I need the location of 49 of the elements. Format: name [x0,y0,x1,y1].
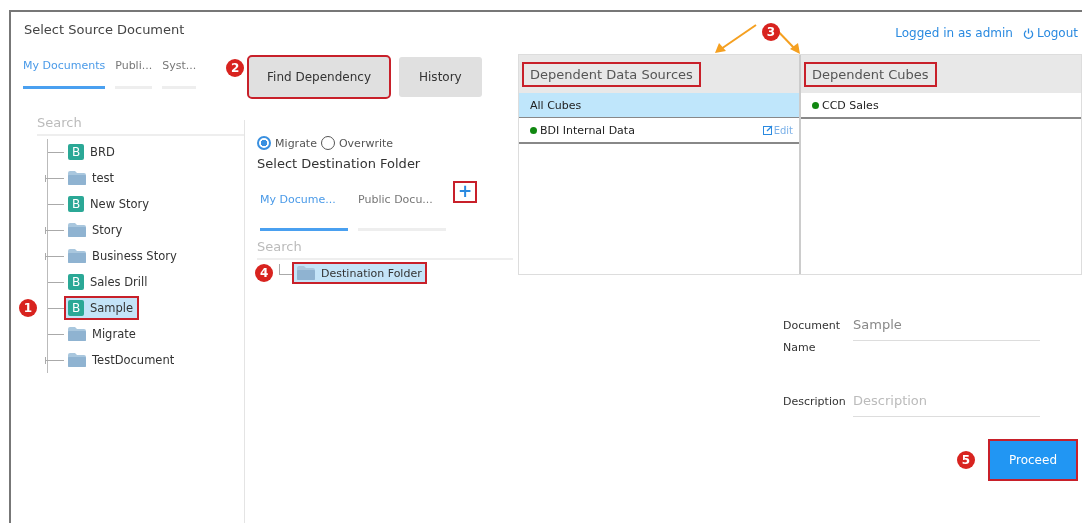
callout-badge: 1 [19,299,37,317]
panel-title: Select Source Document [23,21,186,37]
search-field[interactable]: Search [257,239,513,260]
radio-option[interactable]: Overwrite [320,136,394,150]
logout-link[interactable]: Logout [1022,26,1078,40]
user-link[interactable]: Logged in as admin [895,26,1013,40]
story-icon: B [68,196,84,212]
tab[interactable]: Syst... [162,59,197,89]
toolbar-button[interactable]: Find Dependency [249,57,389,97]
add-button[interactable]: + [455,183,476,201]
tab[interactable]: Public Docu... [358,193,447,231]
panel-header: Dependent Cubes [806,63,935,85]
folder-icon [68,249,86,263]
story-icon: B [68,144,84,160]
panel-header: Dependent Data Sources [524,63,699,85]
callout-badge: 5 [957,451,975,469]
list-item[interactable]: CCD Sales [801,93,1081,119]
edit-icon [762,125,773,135]
callout-badge: 3 [762,23,780,41]
story-icon: B [68,274,84,290]
field-label: Description [783,394,847,410]
list-item[interactable]: BDI Internal Data Edit [519,118,799,144]
callout-badge: 4 [255,264,274,282]
field-label: Document Name [783,318,841,356]
tree-item[interactable]: B Sales Drill [66,272,152,292]
tree-item[interactable]: B New Story [66,194,154,214]
tree-item[interactable]: Story [66,221,127,239]
tree-item[interactable]: TestDocument [66,351,179,369]
tree-item[interactable]: Destination Folder [294,264,425,282]
section-title: Select Destination Folder [257,156,422,171]
story-icon: B [68,300,84,316]
callout-badge: 2 [226,59,245,77]
radio-option[interactable]: Migrate [257,136,317,150]
tree-item[interactable]: test [66,169,119,187]
tree-item[interactable]: B BRD [66,142,119,162]
tree-item[interactable]: Business Story [66,247,181,265]
search-field[interactable]: Search [37,115,245,136]
folder-icon [68,223,86,237]
callout-arrow [715,24,757,53]
folder-icon [68,353,86,367]
folder-icon [297,266,316,280]
tab[interactable]: Publi... [115,59,153,89]
folder-icon [68,327,86,341]
folder-icon [68,171,86,185]
power-icon [1022,27,1034,39]
tree-item[interactable]: B Sample [66,298,138,318]
list-item[interactable]: All Cubes [519,93,799,118]
tree-item[interactable]: Migrate [66,325,140,343]
toolbar-button[interactable]: History [399,57,482,97]
